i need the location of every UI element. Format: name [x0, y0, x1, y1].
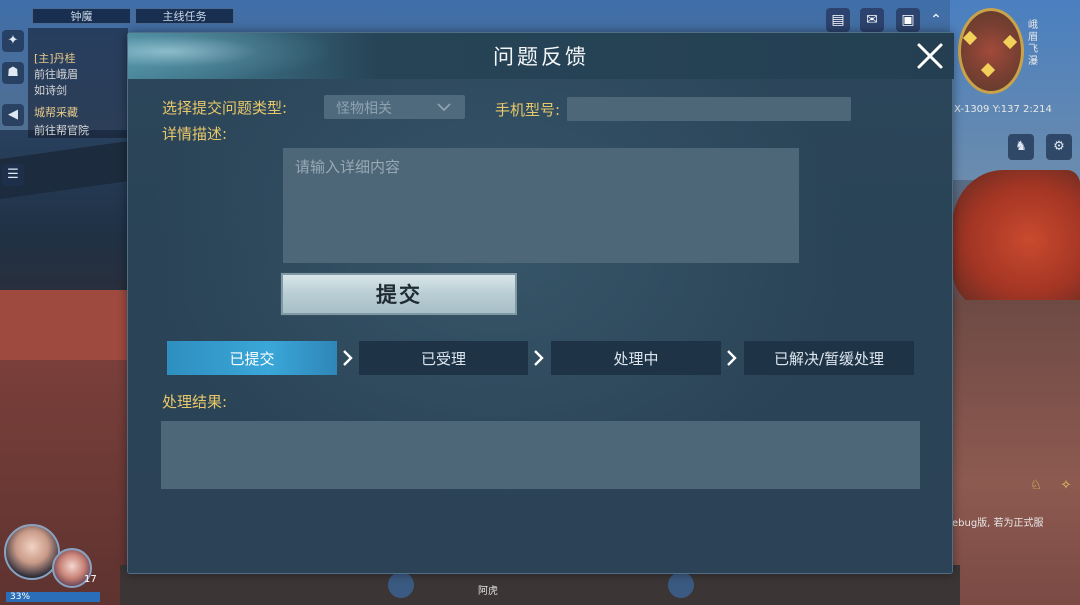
- background-maple-tree: [952, 170, 1080, 310]
- gift-icon[interactable]: ▣: [896, 8, 920, 32]
- submit-label: 提交: [376, 283, 422, 307]
- phone-model-input[interactable]: [567, 97, 851, 121]
- quest-line: [主]丹桂: [34, 52, 76, 65]
- mail-icon[interactable]: ✉: [860, 8, 884, 32]
- step-accepted: 已受理: [359, 341, 528, 375]
- result-box: [161, 421, 920, 489]
- step-processing: 处理中: [551, 341, 721, 375]
- phone-label: 手机型号:: [495, 101, 561, 119]
- quest-line: 前往峨眉: [34, 68, 78, 81]
- close-icon: [917, 43, 943, 69]
- arrow-up-icon[interactable]: ⌃: [924, 8, 948, 32]
- quest-tab-demon[interactable]: 钟魔: [32, 8, 131, 24]
- step-label: 已提交: [229, 349, 275, 368]
- status-steps: 已提交 已受理 处理中 已解决/暂缓处理: [167, 341, 915, 375]
- chat-message: ebug版, 若为正式服: [952, 518, 1044, 529]
- detail-label: 详情描述:: [162, 125, 228, 143]
- chevron-right-icon: [727, 350, 737, 366]
- level-badge: 17: [84, 574, 97, 585]
- hp-bar: 33%: [6, 592, 100, 602]
- quest-line: 前往帮官院: [34, 124, 89, 137]
- submit-button[interactable]: 提交: [280, 272, 518, 316]
- map-name: 峨眉飞瀑: [1028, 20, 1038, 67]
- book-icon[interactable]: ▤: [826, 8, 850, 32]
- skill-slot[interactable]: [668, 572, 694, 598]
- type-label: 选择提交问题类型:: [162, 99, 288, 117]
- skill-slot[interactable]: [388, 572, 414, 598]
- step-label: 已受理: [420, 349, 466, 368]
- feedback-dialog: 问题反馈 选择提交问题类型: 怪物相关 手机型号: 详情描述: 提交 已提交 已…: [127, 32, 954, 574]
- detail-textarea[interactable]: [283, 148, 799, 263]
- step-submitted: 已提交: [167, 341, 337, 375]
- step-label: 已解决/暂缓处理: [773, 349, 885, 368]
- quest-line: 城帮采藏: [34, 106, 78, 119]
- close-button[interactable]: [913, 39, 947, 73]
- minimap-marker: [962, 30, 978, 46]
- type-select[interactable]: 怪物相关: [324, 95, 465, 119]
- minimap[interactable]: [958, 8, 1024, 94]
- quest-tab-main[interactable]: 主线任务: [135, 8, 234, 24]
- dialog-title: 问题反馈: [493, 45, 589, 69]
- chevron-down-icon: [437, 103, 451, 112]
- result-label: 处理结果:: [162, 393, 228, 411]
- quest-tabs: 钟魔 主线任务: [32, 8, 234, 26]
- background-ground-right: [950, 300, 1080, 605]
- background-wall: [0, 290, 130, 360]
- minimap-marker: [1002, 34, 1018, 50]
- skill-icon[interactable]: ✧: [1054, 474, 1078, 498]
- menu-icon[interactable]: ☰: [2, 164, 24, 186]
- quest-line: 如诗剑: [34, 84, 67, 97]
- coordinates: X-1309 Y:137 2:214: [954, 104, 1052, 115]
- chevron-right-icon: [343, 350, 353, 366]
- shop-icon[interactable]: ♞: [1008, 134, 1034, 160]
- step-label: 处理中: [613, 349, 659, 368]
- chevron-right-icon: [534, 350, 544, 366]
- mount-icon[interactable]: ♘: [1024, 474, 1048, 498]
- step-resolved: 已解决/暂缓处理: [744, 341, 914, 375]
- team-icon[interactable]: ☗: [2, 62, 24, 84]
- minimap-marker: [980, 62, 996, 78]
- hide-icon[interactable]: ◀: [2, 104, 24, 126]
- gear-icon[interactable]: ⚙: [1046, 134, 1072, 160]
- bottom-label: 阿虎: [478, 586, 498, 597]
- type-select-value: 怪物相关: [336, 101, 392, 117]
- compass-icon[interactable]: ✦: [2, 30, 24, 52]
